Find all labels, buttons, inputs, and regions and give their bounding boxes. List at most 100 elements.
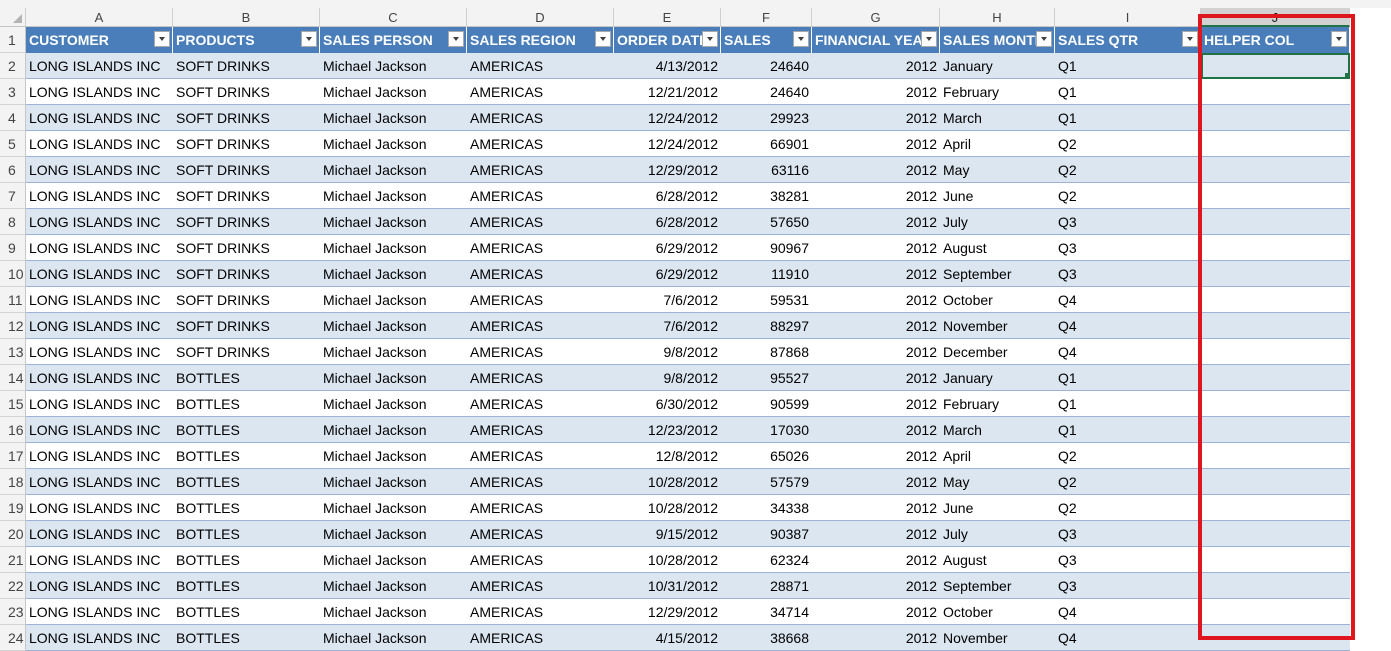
cell-sales-person[interactable]: Michael Jackson [320,625,467,651]
cell-sales-qtr[interactable]: Q4 [1055,625,1201,651]
cell-sales[interactable]: 88297 [721,313,812,339]
cell-product[interactable]: SOFT DRINKS [173,131,320,157]
cell-customer[interactable]: LONG ISLANDS INC [26,599,173,625]
filter-dropdown-icon[interactable] [1331,31,1347,47]
cell-sales[interactable]: 59531 [721,287,812,313]
cell-sales[interactable]: 66901 [721,131,812,157]
cell-sales-month[interactable]: February [940,391,1055,417]
cell-sales-qtr[interactable]: Q3 [1055,521,1201,547]
cell-order-date[interactable]: 12/24/2012 [614,105,721,131]
cell-product[interactable]: BOTTLES [173,599,320,625]
cell-sales[interactable]: 62324 [721,547,812,573]
cell-sales-person[interactable]: Michael Jackson [320,547,467,573]
cell-sales-region[interactable]: AMERICAS [467,417,614,443]
cell-sales[interactable]: 57650 [721,209,812,235]
cell-helper-col[interactable] [1201,313,1350,339]
select-all-corner[interactable] [0,8,26,27]
cell-order-date[interactable]: 6/30/2012 [614,391,721,417]
cell-order-date[interactable]: 9/15/2012 [614,521,721,547]
cell-helper-col[interactable] [1201,183,1350,209]
cell-sales-month[interactable]: October [940,287,1055,313]
cell-sales-month[interactable]: January [940,365,1055,391]
cell-sales-person[interactable]: Michael Jackson [320,339,467,365]
cell-financial-year[interactable]: 2012 [812,469,940,495]
cell-sales-person[interactable]: Michael Jackson [320,209,467,235]
cell-sales-month[interactable]: June [940,495,1055,521]
column-header-c[interactable]: C [320,8,467,27]
column-header-h[interactable]: H [940,8,1055,27]
cell-order-date[interactable]: 9/8/2012 [614,339,721,365]
cell-financial-year[interactable]: 2012 [812,183,940,209]
cell-sales-qtr[interactable]: Q2 [1055,157,1201,183]
column-header-j[interactable]: J [1201,8,1350,27]
cell-sales-region[interactable]: AMERICAS [467,287,614,313]
cell-sales[interactable]: 38281 [721,183,812,209]
cell-sales-qtr[interactable]: Q3 [1055,573,1201,599]
cell-sales-region[interactable]: AMERICAS [467,131,614,157]
cell-customer[interactable]: LONG ISLANDS INC [26,495,173,521]
cell-product[interactable]: SOFT DRINKS [173,157,320,183]
row-number[interactable]: 7 [0,183,26,209]
cell-financial-year[interactable]: 2012 [812,365,940,391]
cell-sales[interactable]: 65026 [721,443,812,469]
cell-financial-year[interactable]: 2012 [812,339,940,365]
column-header-i[interactable]: I [1055,8,1201,27]
cell-sales[interactable]: 90387 [721,521,812,547]
filter-dropdown-icon[interactable] [1036,31,1052,47]
cell-sales[interactable]: 63116 [721,157,812,183]
cell-sales-region[interactable]: AMERICAS [467,547,614,573]
cell-financial-year[interactable]: 2012 [812,209,940,235]
cell-financial-year[interactable]: 2012 [812,495,940,521]
filter-dropdown-icon[interactable] [448,31,464,47]
cell-sales-qtr[interactable]: Q4 [1055,287,1201,313]
cell-sales-month[interactable]: April [940,443,1055,469]
cell-helper-col[interactable] [1201,105,1350,131]
cell-helper-col[interactable] [1201,209,1350,235]
row-number[interactable]: 12 [0,313,26,339]
cell-sales-qtr[interactable]: Q1 [1055,391,1201,417]
cell-helper-col[interactable] [1201,287,1350,313]
cell-sales-region[interactable]: AMERICAS [467,365,614,391]
cell-customer[interactable]: LONG ISLANDS INC [26,157,173,183]
cell-sales-qtr[interactable]: Q2 [1055,443,1201,469]
cell-sales-person[interactable]: Michael Jackson [320,261,467,287]
cell-sales-qtr[interactable]: Q4 [1055,339,1201,365]
cell-sales-qtr[interactable]: Q1 [1055,417,1201,443]
cell-helper-col[interactable] [1201,157,1350,183]
cell-sales-qtr[interactable]: Q4 [1055,599,1201,625]
cell-sales[interactable]: 34338 [721,495,812,521]
cell-financial-year[interactable]: 2012 [812,313,940,339]
cell-financial-year[interactable]: 2012 [812,417,940,443]
cell-financial-year[interactable]: 2012 [812,521,940,547]
row-number[interactable]: 24 [0,625,26,651]
cell-financial-year[interactable]: 2012 [812,625,940,651]
cell-helper-col[interactable] [1201,417,1350,443]
cell-customer[interactable]: LONG ISLANDS INC [26,573,173,599]
cell-sales[interactable]: 24640 [721,53,812,79]
row-number[interactable]: 3 [0,79,26,105]
cell-sales-qtr[interactable]: Q1 [1055,53,1201,79]
cell-customer[interactable]: LONG ISLANDS INC [26,417,173,443]
cell-helper-col[interactable] [1201,365,1350,391]
cell-order-date[interactable]: 9/8/2012 [614,365,721,391]
cell-sales-region[interactable]: AMERICAS [467,157,614,183]
cell-product[interactable]: SOFT DRINKS [173,235,320,261]
cell-sales-region[interactable]: AMERICAS [467,391,614,417]
cell-customer[interactable]: LONG ISLANDS INC [26,521,173,547]
column-header-d[interactable]: D [467,8,614,27]
cell-sales[interactable]: 29923 [721,105,812,131]
cell-sales-month[interactable]: July [940,521,1055,547]
cell-order-date[interactable]: 6/29/2012 [614,235,721,261]
cell-order-date[interactable]: 4/15/2012 [614,625,721,651]
cell-product[interactable]: BOTTLES [173,495,320,521]
filter-dropdown-icon[interactable] [1182,31,1198,47]
cell-sales[interactable]: 38668 [721,625,812,651]
cell-sales-region[interactable]: AMERICAS [467,313,614,339]
cell-sales-qtr[interactable]: Q3 [1055,261,1201,287]
cell-sales-month[interactable]: December [940,339,1055,365]
cell-sales-month[interactable]: April [940,131,1055,157]
cell-helper-col[interactable] [1201,547,1350,573]
cell-sales-person[interactable]: Michael Jackson [320,469,467,495]
row-number[interactable]: 2 [0,53,26,79]
cell-customer[interactable]: LONG ISLANDS INC [26,183,173,209]
